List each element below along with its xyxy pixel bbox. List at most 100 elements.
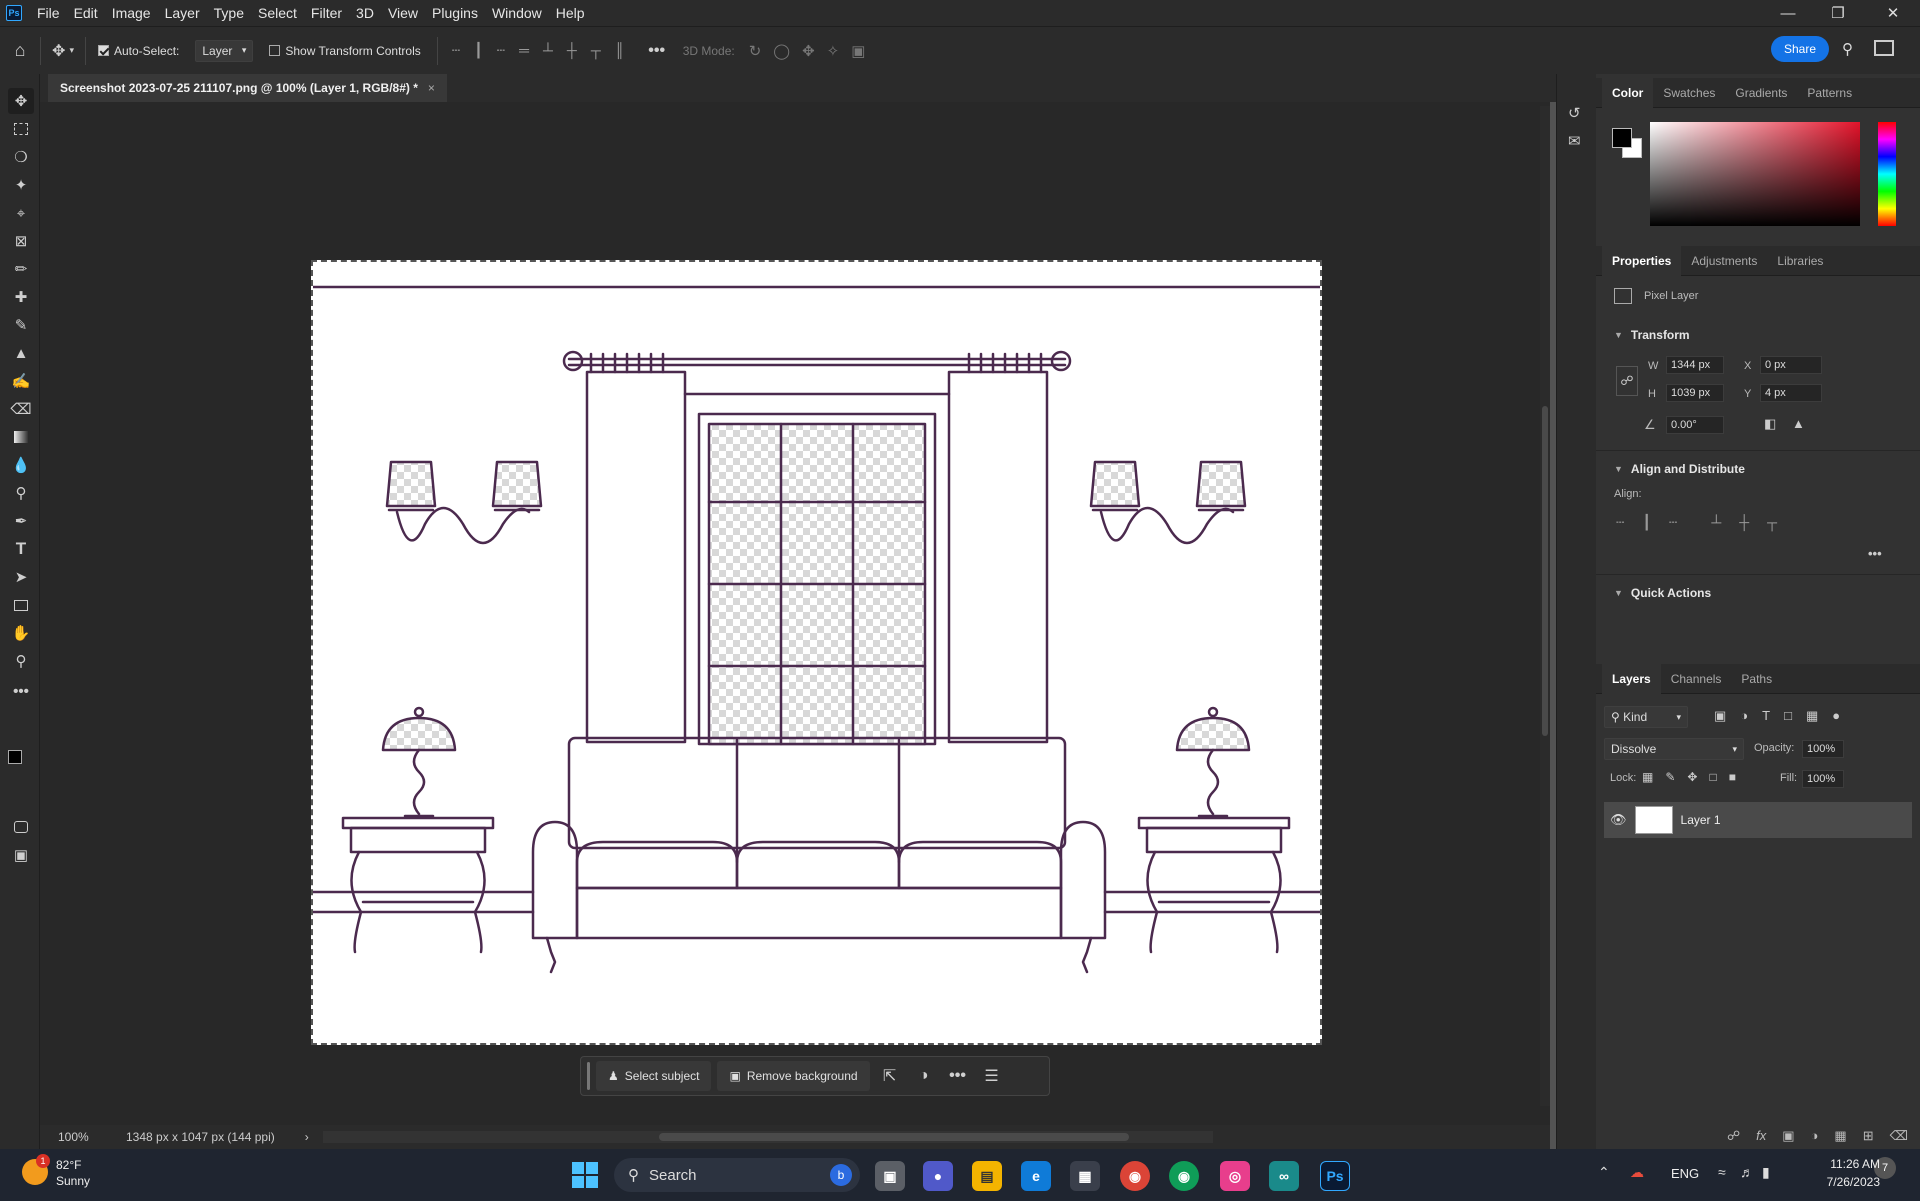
eyedropper-tool-icon[interactable]: ✏ [8, 256, 34, 282]
transform-header[interactable]: ▼ Transform [1614, 328, 1690, 342]
align-bottom-edges-icon[interactable]: ┬ [1767, 514, 1777, 531]
volume-icon[interactable]: ♬ [1740, 1164, 1754, 1180]
workspace-icon[interactable] [1874, 40, 1894, 56]
lasso-tool-icon[interactable]: ❍ [8, 144, 34, 170]
color-picker-field[interactable] [1650, 122, 1860, 226]
adjustment-layer-icon[interactable]: ◑ [1811, 1128, 1819, 1143]
menu-select[interactable]: Select [251, 0, 304, 26]
3d-roll-icon[interactable]: ◯ [773, 42, 790, 60]
align-center-icon[interactable]: ┃ [474, 42, 482, 59]
language-indicator[interactable]: ENG [1671, 1166, 1699, 1181]
align-top-edges-icon[interactable]: ┴ [1711, 514, 1721, 531]
restore-button[interactable]: ❐ [1813, 0, 1863, 26]
menu-help[interactable]: Help [549, 0, 592, 26]
teams-icon[interactable]: ● [923, 1161, 953, 1191]
search-icon[interactable]: ⚲ [1842, 40, 1853, 58]
menu-image[interactable]: Image [105, 0, 158, 26]
auto-select-checkbox[interactable] [98, 45, 109, 56]
menu-filter[interactable]: Filter [304, 0, 349, 26]
weather-widget[interactable]: 82°F Sunny [56, 1157, 90, 1189]
quick-mask-icon[interactable] [8, 814, 34, 840]
height-field[interactable]: 1039 px [1666, 384, 1724, 402]
document-canvas[interactable] [311, 260, 1322, 1045]
lock-transparency-icon[interactable]: ▦ [1642, 770, 1653, 784]
edit-toolbar-icon[interactable]: ••• [8, 678, 34, 704]
align-bottom-icon[interactable]: ┬ [591, 42, 601, 59]
wifi-icon[interactable]: ≈ [1718, 1164, 1726, 1180]
angle-field[interactable]: 0.00° [1666, 416, 1724, 434]
type-tool-icon[interactable]: T [8, 536, 34, 562]
hue-slider[interactable] [1878, 122, 1896, 226]
move-tool-icon[interactable]: ✥ [8, 88, 34, 114]
auto-select-dropdown[interactable]: Layer ▾ [195, 39, 254, 62]
transform-icon[interactable]: ⇱ [876, 1066, 904, 1086]
3d-slide-icon[interactable]: ✧ [827, 42, 840, 60]
tab-adjustments[interactable]: Adjustments [1681, 246, 1767, 276]
x-field[interactable]: 0 px [1760, 356, 1822, 374]
tab-layers[interactable]: Layers [1602, 663, 1661, 694]
3d-orbit-icon[interactable]: ↻ [749, 42, 762, 60]
share-button[interactable]: Share [1771, 36, 1829, 62]
width-field[interactable]: 1344 px [1666, 356, 1724, 374]
more-options-icon[interactable]: ••• [645, 42, 669, 60]
document-tab[interactable]: Screenshot 2023-07-25 211107.png @ 100% … [48, 74, 447, 102]
fill-field[interactable]: 100% [1802, 770, 1844, 788]
add-mask-icon[interactable]: ▣ [1782, 1128, 1794, 1144]
quick-actions-header[interactable]: ▼ Quick Actions [1614, 586, 1711, 600]
tab-patterns[interactable]: Patterns [1797, 78, 1862, 108]
frame-tool-icon[interactable]: ⊠ [8, 228, 34, 254]
task-view-icon[interactable]: ▣ [875, 1161, 905, 1191]
home-icon[interactable]: ⌂ [0, 40, 40, 61]
3d-scale-icon[interactable]: ▣ [851, 42, 865, 60]
onedrive-icon[interactable]: ☁ [1630, 1164, 1644, 1181]
menu-type[interactable]: Type [207, 0, 251, 26]
opacity-field[interactable]: 100% [1802, 740, 1844, 758]
align-left-edges-icon[interactable]: ┄ [1616, 514, 1624, 531]
history-brush-tool-icon[interactable]: ✍ [8, 368, 34, 394]
battery-icon[interactable]: ▮ [1762, 1164, 1770, 1181]
move-tool-preset-icon[interactable]: ✥ ▾ [41, 41, 85, 61]
magic-wand-tool-icon[interactable]: ✦ [8, 172, 34, 198]
taskbar-search-box[interactable]: ⚲ Search b [614, 1158, 860, 1192]
remove-background-button[interactable]: ▣ Remove background [717, 1061, 870, 1091]
menu-view[interactable]: View [381, 0, 425, 26]
align-right-icon[interactable]: ┄ [497, 42, 505, 59]
menu-3d[interactable]: 3D [349, 0, 381, 26]
hand-tool-icon[interactable]: ✋ [8, 620, 34, 646]
rectangle-tool-icon[interactable] [8, 592, 34, 618]
distribute-vertical-icon[interactable]: ║ [615, 42, 625, 59]
flip-vertical-icon[interactable]: ▲ [1792, 416, 1805, 431]
fx-icon[interactable]: fx [1756, 1128, 1766, 1143]
tab-gradients[interactable]: Gradients [1725, 78, 1797, 108]
tab-color[interactable]: Color [1602, 77, 1654, 108]
healing-brush-tool-icon[interactable]: ✚ [8, 284, 34, 310]
show-transform-checkbox[interactable] [269, 45, 281, 56]
tab-swatches[interactable]: Swatches [1653, 78, 1725, 108]
align-left-icon[interactable]: ┄ [452, 42, 460, 59]
delete-layer-icon[interactable]: ⌫ [1890, 1128, 1908, 1144]
align-h-centers-icon[interactable]: ┃ [1642, 514, 1650, 531]
app-icon[interactable]: ∞ [1269, 1161, 1299, 1191]
clock[interactable]: 11:26 AM 7/26/2023 [1790, 1155, 1880, 1191]
lock-pixels-icon[interactable]: ✎ [1665, 770, 1675, 784]
gradient-tool-icon[interactable] [8, 424, 34, 450]
filter-smart-object-icon[interactable]: ▦ [1806, 708, 1818, 724]
vertical-scrollbar[interactable] [1540, 106, 1550, 1106]
filter-shape-icon[interactable]: □ [1784, 708, 1792, 724]
eraser-tool-icon[interactable]: ⌫ [8, 396, 34, 422]
tab-properties[interactable]: Properties [1602, 245, 1682, 276]
history-icon[interactable]: ↺ [1568, 104, 1581, 122]
lock-position-icon[interactable]: ✥ [1687, 770, 1697, 784]
menu-window[interactable]: Window [485, 0, 549, 26]
layer-row[interactable]: 👁 Layer 1 [1604, 802, 1912, 838]
align-top-icon[interactable]: ┴ [543, 42, 553, 59]
filter-kind-dropdown[interactable]: ⚲ Kind ▾ [1604, 706, 1688, 728]
store-icon[interactable]: ▦ [1070, 1161, 1100, 1191]
path-selection-tool-icon[interactable]: ➤ [8, 564, 34, 590]
file-explorer-icon[interactable]: ▤ [972, 1161, 1002, 1191]
foreground-color-swatch[interactable] [8, 750, 22, 764]
close-window-button[interactable]: ✕ [1868, 0, 1918, 26]
align-middle-icon[interactable]: ┼ [567, 42, 577, 59]
blend-mode-dropdown[interactable]: Dissolve ▾ [1604, 738, 1744, 760]
filter-toggle-icon[interactable]: ● [1832, 708, 1840, 724]
